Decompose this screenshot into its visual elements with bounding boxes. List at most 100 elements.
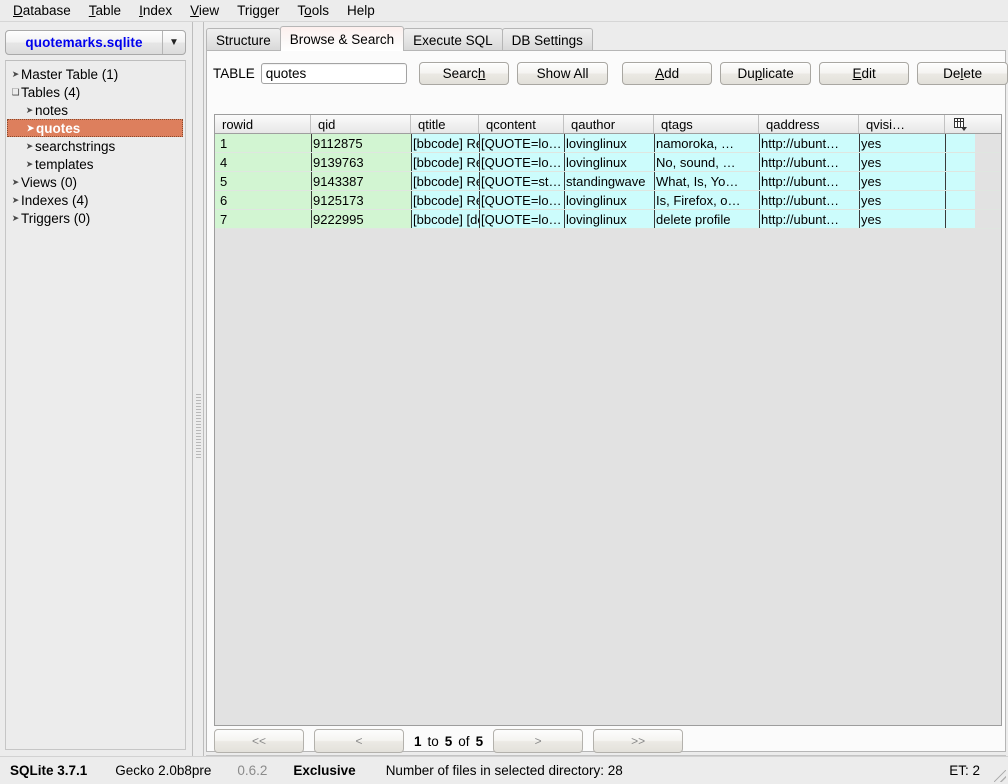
cell-qtags[interactable]: What, Is, Yo…	[654, 172, 759, 190]
cell-qtitle[interactable]: [bbcode] Re…	[411, 191, 479, 209]
cell-qaddress[interactable]: http://ubunt…	[759, 134, 859, 152]
duplicate-button[interactable]: Du p licate	[720, 61, 811, 85]
edit-button[interactable]: Edit	[818, 61, 910, 85]
menu-tools[interactable]: Tools	[288, 1, 338, 21]
cell-qauthor[interactable]: lovinglinux	[564, 210, 654, 228]
expander-collapsed-icon[interactable]: ➤	[24, 105, 35, 116]
cell-qid[interactable]: 9112875	[311, 134, 411, 152]
cell-qcontent[interactable]: [QUOTE=lo…	[479, 153, 564, 171]
menu-table[interactable]: Table	[80, 1, 130, 21]
column-header-qtags[interactable]: qtags	[654, 115, 759, 133]
cell-qid[interactable]: 9222995	[311, 210, 411, 228]
column-header-qcontent[interactable]: qcontent	[479, 115, 564, 133]
column-header-qauthor[interactable]: qauthor	[564, 115, 654, 133]
cell-qaddress[interactable]: http://ubunt…	[759, 191, 859, 209]
cell-rowid[interactable]: 6	[215, 191, 311, 209]
table-row[interactable]: 7 9222995 [bbcode] [de… [QUOTE=lo… lovin…	[215, 210, 1001, 229]
first-page-button[interactable]: <<	[214, 729, 304, 753]
results-grid[interactable]: rowid qid qtitle qcontent qauthor qtags …	[214, 114, 1002, 726]
panel-splitter[interactable]	[192, 22, 204, 756]
cell-qtitle[interactable]: [bbcode] Re…	[411, 172, 479, 190]
cell-qvisible[interactable]: yes	[859, 191, 945, 209]
tree-item-quotes[interactable]: ➤ quotes	[7, 119, 183, 137]
menu-trigger[interactable]: Trigger	[228, 1, 288, 21]
cell-qtags[interactable]: namoroka, …	[654, 134, 759, 152]
cell-qid[interactable]: 9125173	[311, 191, 411, 209]
cell-rowid[interactable]: 5	[215, 172, 311, 190]
object-tree[interactable]: ➤ Master Table (1) ❏ Tables (4) ➤ notes …	[5, 60, 186, 750]
cell-qaddress[interactable]: http://ubunt…	[759, 210, 859, 228]
menu-view[interactable]: View	[181, 1, 228, 21]
cell-rowid[interactable]: 1	[215, 134, 311, 152]
resize-grip-icon[interactable]	[994, 770, 1006, 782]
column-header-rowid[interactable]: rowid	[215, 115, 311, 133]
expander-collapsed-icon[interactable]: ➤	[10, 195, 21, 206]
tab-execute-sql[interactable]: Execute SQL	[403, 28, 503, 51]
cell-qtags[interactable]: Is, Firefox, o…	[654, 191, 759, 209]
expander-collapsed-icon[interactable]: ➤	[10, 177, 21, 188]
cell-qcontent[interactable]: [QUOTE=lo…	[479, 210, 564, 228]
menu-database[interactable]: Database	[4, 1, 80, 21]
next-page-button[interactable]: >	[493, 729, 584, 753]
cell-qcontent[interactable]: [QUOTE=st…	[479, 172, 564, 190]
cell-qauthor[interactable]: lovinglinux	[564, 191, 654, 209]
tree-item-tables[interactable]: ❏ Tables (4)	[6, 83, 185, 101]
cell-qauthor[interactable]: lovinglinux	[564, 134, 654, 152]
tree-item-templates[interactable]: ➤ templates	[6, 155, 185, 173]
tree-item-views[interactable]: ➤ Views (0)	[6, 173, 185, 191]
search-button[interactable]: Searc h	[418, 61, 510, 85]
cell-qvisible[interactable]: yes	[859, 134, 945, 152]
expander-collapsed-icon[interactable]: ➤	[24, 159, 35, 170]
tree-item-triggers[interactable]: ➤ Triggers (0)	[6, 209, 185, 227]
cell-rowid[interactable]: 4	[215, 153, 311, 171]
expander-collapsed-icon[interactable]: ➤	[25, 123, 36, 134]
cell-qaddress[interactable]: http://ubunt…	[759, 172, 859, 190]
tab-structure[interactable]: Structure	[206, 28, 281, 51]
cell-qauthor[interactable]: lovinglinux	[564, 153, 654, 171]
cell-qid[interactable]: 9139763	[311, 153, 411, 171]
tree-item-indexes[interactable]: ➤ Indexes (4)	[6, 191, 185, 209]
column-header-qvisible[interactable]: qvisi…	[859, 115, 945, 133]
tree-item-searchstrings[interactable]: ➤ searchstrings	[6, 137, 185, 155]
chevron-down-icon[interactable]: ▼	[162, 31, 185, 54]
cell-qtitle[interactable]: [bbcode] Re…	[411, 134, 479, 152]
expander-collapsed-icon[interactable]: ➤	[10, 213, 21, 224]
cell-qvisible[interactable]: yes	[859, 172, 945, 190]
table-row[interactable]: 1 9112875 [bbcode] Re… [QUOTE=lo… loving…	[215, 134, 1001, 153]
delete-button[interactable]: De l ete	[917, 61, 1008, 85]
cell-qcontent[interactable]: [QUOTE=lo…	[479, 191, 564, 209]
database-selector[interactable]: quotemarks.sqlite ▼	[5, 30, 186, 55]
menu-index[interactable]: Index	[130, 1, 181, 21]
column-header-qid[interactable]: qid	[311, 115, 411, 133]
cell-qtitle[interactable]: [bbcode] [de…	[411, 210, 479, 228]
cell-qcontent[interactable]: [QUOTE=lo…	[479, 134, 564, 152]
cell-qtags[interactable]: No, sound, …	[654, 153, 759, 171]
tab-browse-and-search[interactable]: Browse & Search	[279, 26, 405, 51]
expander-collapsed-icon[interactable]: ➤	[10, 69, 21, 80]
menu-help[interactable]: Help	[338, 1, 384, 21]
expander-expanded-icon[interactable]: ❏	[10, 87, 21, 98]
expander-collapsed-icon[interactable]: ➤	[24, 141, 35, 152]
cell-qid[interactable]: 9143387	[311, 172, 411, 190]
cell-qtitle[interactable]: [bbcode] Re…	[411, 153, 479, 171]
tab-db-settings[interactable]: DB Settings	[501, 28, 593, 51]
column-chooser-icon[interactable]	[945, 115, 975, 133]
cell-qvisible[interactable]: yes	[859, 210, 945, 228]
show-all-button[interactable]: Show All	[517, 61, 608, 85]
column-header-qaddress[interactable]: qaddress	[759, 115, 859, 133]
cell-qtags[interactable]: delete profile	[654, 210, 759, 228]
add-button[interactable]: Add	[621, 61, 713, 85]
prev-page-button[interactable]: <	[314, 729, 404, 753]
cell-rowid[interactable]: 7	[215, 210, 311, 228]
last-page-button[interactable]: >>	[593, 729, 684, 753]
splitter-grip-icon[interactable]	[196, 394, 201, 458]
tree-item-notes[interactable]: ➤ notes	[6, 101, 185, 119]
table-row[interactable]: 6 9125173 [bbcode] Re… [QUOTE=lo… loving…	[215, 191, 1001, 210]
table-row[interactable]: 4 9139763 [bbcode] Re… [QUOTE=lo… loving…	[215, 153, 1001, 172]
table-name-input[interactable]	[260, 62, 407, 84]
cell-qauthor[interactable]: standingwave	[564, 172, 654, 190]
column-header-qtitle[interactable]: qtitle	[411, 115, 479, 133]
tree-item-master-table[interactable]: ➤ Master Table (1)	[6, 65, 185, 83]
table-row[interactable]: 5 9143387 [bbcode] Re… [QUOTE=st… standi…	[215, 172, 1001, 191]
cell-qaddress[interactable]: http://ubunt…	[759, 153, 859, 171]
